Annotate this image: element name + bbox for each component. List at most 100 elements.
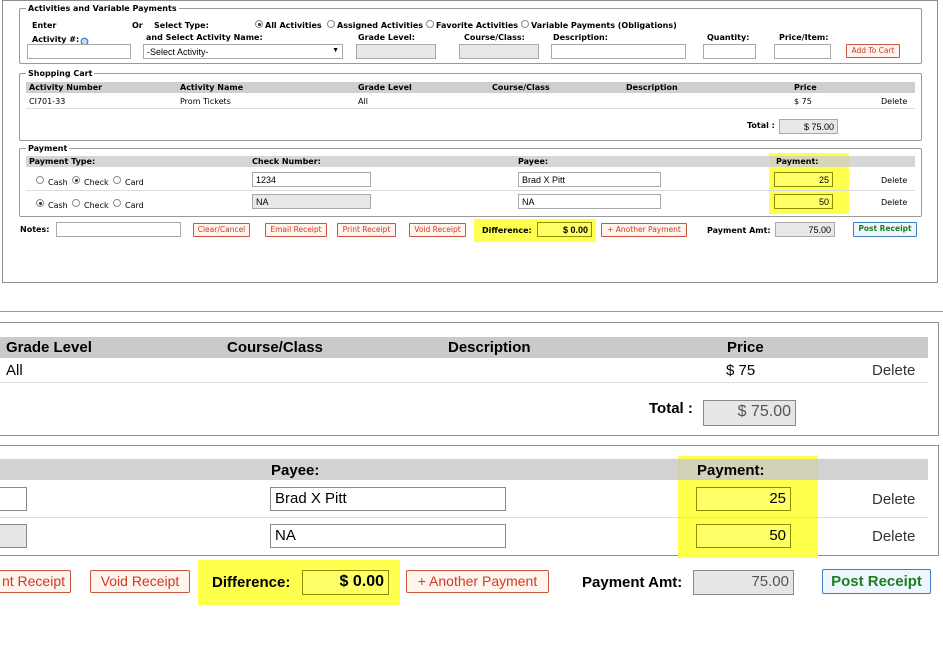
payment-amt-value: 75.00 <box>775 222 835 237</box>
post-receipt-button[interactable]: Post Receipt <box>853 222 917 237</box>
payment-col-type: Payment Type: <box>29 157 96 166</box>
row1-cash-label: Cash <box>48 178 68 187</box>
add-to-cart-button[interactable]: Add To Cart <box>846 44 900 58</box>
cart-row-activity-number: CI701-33 <box>29 97 66 106</box>
price-item-input[interactable] <box>774 44 831 59</box>
clear-cancel-button[interactable]: Clear/Cancel <box>193 223 250 237</box>
description-input[interactable] <box>551 44 686 59</box>
zoom-payment-col-payment: Payment: <box>697 462 765 479</box>
type-label-favorite: Favorite Activities <box>436 21 519 30</box>
print-receipt-button[interactable]: Print Receipt <box>337 223 396 237</box>
zoom-row1-payment-input[interactable]: 25 <box>696 487 791 511</box>
row2-card-radio[interactable] <box>113 199 121 207</box>
payment-legend: Payment <box>28 144 68 153</box>
activity-select-value: -Select Activity- <box>147 47 209 57</box>
quantity-label: Quantity: <box>707 33 750 42</box>
enter-label: Enter <box>32 21 57 30</box>
zoom-cart-delete-link[interactable]: Delete <box>872 362 915 379</box>
zoom-print-receipt-button[interactable]: nt Receipt <box>0 570 71 593</box>
activities-legend: Activities and Variable Payments <box>28 4 177 13</box>
type-label-all: All Activities <box>265 21 322 30</box>
row1-check-number-input[interactable]: 1234 <box>252 172 371 187</box>
row1-cash-radio[interactable] <box>36 176 44 184</box>
email-receipt-button[interactable]: Email Receipt <box>265 223 327 237</box>
or-label: Or <box>132 21 143 30</box>
row2-payment-input[interactable]: 50 <box>774 194 833 209</box>
row1-card-radio[interactable] <box>113 176 121 184</box>
select-activity-name-label: and Select Activity Name: <box>146 33 263 42</box>
row2-cash-radio[interactable] <box>36 199 44 207</box>
zoom-row1-delete-link[interactable]: Delete <box>872 491 915 508</box>
zoom-difference-value: $ 0.00 <box>302 570 389 595</box>
activity-number-label: Activity #: <box>32 35 80 44</box>
grade-level-input <box>356 44 436 59</box>
cart-col-description: Description <box>626 83 678 92</box>
notes-label: Notes: <box>20 225 50 234</box>
row2-cash-label: Cash <box>48 201 68 210</box>
section-divider <box>0 311 943 312</box>
zoom-row1-payee-input[interactable]: Brad X Pitt <box>270 487 506 511</box>
zoom-payment-amt-label: Payment Amt: <box>582 574 683 591</box>
select-type-label: Select Type: <box>154 21 209 30</box>
activity-number-input[interactable] <box>27 44 131 59</box>
another-payment-button[interactable]: + Another Payment <box>601 223 687 237</box>
row2-check-radio[interactable] <box>72 199 80 207</box>
row1-payee-input[interactable]: Brad X Pitt <box>518 172 661 187</box>
cart-col-activity-name: Activity Name <box>180 83 244 92</box>
type-radio-assigned[interactable] <box>327 20 335 28</box>
cart-row-grade-level: All <box>358 97 368 106</box>
zoom-another-payment-button[interactable]: + Another Payment <box>406 570 549 593</box>
price-item-label: Price/Item: <box>779 33 829 42</box>
payment-row-divider <box>26 190 915 191</box>
payment-col-payee: Payee: <box>518 157 549 166</box>
void-receipt-button[interactable]: Void Receipt <box>409 223 466 237</box>
zoom-cart-col-description: Description <box>448 339 531 356</box>
shopping-cart-legend: Shopping Cart <box>28 69 93 78</box>
zoom-row2-check-number-edge <box>0 524 27 548</box>
type-label-assigned: Assigned Activities <box>337 21 424 30</box>
cart-col-grade-level: Grade Level <box>358 83 412 92</box>
row2-card-label: Card <box>125 201 144 210</box>
zoom-cart-col-grade-level: Grade Level <box>6 339 92 356</box>
cart-col-price: Price <box>794 83 817 92</box>
cart-row-price: $ 75 <box>794 97 812 106</box>
zoom-payment-header <box>0 459 928 480</box>
row2-payee-input[interactable]: NA <box>518 194 661 209</box>
zoom-payment-row-divider <box>0 517 928 518</box>
zoom-difference-label: Difference: <box>212 574 291 591</box>
payment-amt-label: Payment Amt: <box>707 226 771 235</box>
zoom-cart-grade-level: All <box>6 362 23 379</box>
row1-delete-link[interactable]: Delete <box>881 176 907 185</box>
type-radio-favorite[interactable] <box>426 20 434 28</box>
payment-col-payment: Payment: <box>776 157 819 166</box>
type-radio-variable[interactable] <box>521 20 529 28</box>
zoom-total-value: $ 75.00 <box>703 400 796 426</box>
row2-check-label: Check <box>84 201 109 210</box>
zoom-cart-col-price: Price <box>727 339 764 356</box>
notes-input[interactable] <box>56 222 181 237</box>
row1-check-radio[interactable] <box>72 176 80 184</box>
row2-delete-link[interactable]: Delete <box>881 198 907 207</box>
course-class-label: Course/Class: <box>464 33 525 42</box>
quantity-input[interactable] <box>703 44 756 59</box>
zoom-row2-payment-input[interactable]: 50 <box>696 524 791 548</box>
row1-check-label: Check <box>84 178 109 187</box>
search-icon[interactable] <box>78 33 89 48</box>
activity-select[interactable]: -Select Activity- ▼ <box>143 44 343 59</box>
zoom-row2-payee-input[interactable]: NA <box>270 524 506 548</box>
cart-header-row <box>26 82 915 93</box>
type-radio-all[interactable] <box>255 20 263 28</box>
cart-total-label: Total : <box>747 121 775 130</box>
cart-row-delete-link[interactable]: Delete <box>881 97 907 106</box>
row1-payment-input[interactable]: 25 <box>774 172 833 187</box>
zoom-cart-row-divider <box>0 382 928 383</box>
row2-check-number-input: NA <box>252 194 371 209</box>
description-label: Description: <box>553 33 608 42</box>
zoom-row2-delete-link[interactable]: Delete <box>872 528 915 545</box>
cart-total-value: $ 75.00 <box>779 119 838 134</box>
zoom-void-receipt-button[interactable]: Void Receipt <box>90 570 190 593</box>
zoom-post-receipt-button[interactable]: Post Receipt <box>822 569 931 594</box>
row1-card-label: Card <box>125 178 144 187</box>
course-class-input <box>459 44 539 59</box>
zoom-row1-check-number-edge[interactable] <box>0 487 27 511</box>
